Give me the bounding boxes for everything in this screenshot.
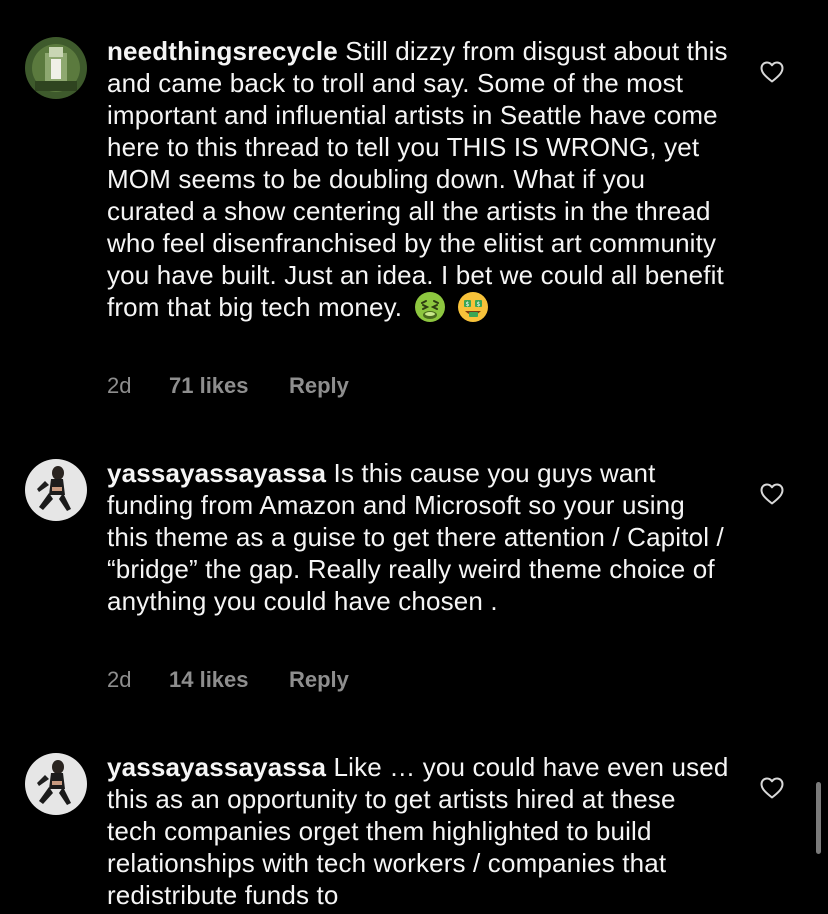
reply-button[interactable]: Reply [289, 373, 349, 399]
reply-button[interactable]: Reply [289, 667, 349, 693]
scrollbar[interactable] [816, 782, 821, 854]
comment-likes[interactable]: 14 likes [169, 667, 289, 693]
comment-meta: 2d 71 likes Reply [107, 373, 349, 399]
svg-text:$: $ [476, 301, 480, 308]
comment-text: needthingsrecycle Still dizzy from disgu… [107, 35, 732, 323]
like-heart-icon[interactable] [760, 61, 784, 83]
comment-meta: 2d 14 likes Reply [107, 667, 349, 693]
user-avatar[interactable] [25, 459, 87, 521]
comment-age: 2d [107, 667, 132, 692]
comment-text: yassayassayassa Like … you could have ev… [107, 751, 732, 911]
nauseated-face-icon [414, 292, 445, 322]
comment-likes[interactable]: 71 likes [169, 373, 289, 399]
comment-body: Still dizzy from disgust about this and … [107, 36, 728, 322]
like-heart-icon[interactable] [760, 777, 784, 799]
comment-text: yassayassayassa Is this cause you guys w… [107, 457, 732, 617]
comment-username[interactable]: yassayassayassa [107, 752, 326, 782]
comment-username[interactable]: yassayassayassa [107, 458, 326, 488]
user-avatar[interactable] [25, 37, 87, 99]
like-heart-icon[interactable] [760, 483, 784, 505]
svg-text:$: $ [465, 301, 469, 308]
money-mouth-face-icon: $ $ [457, 292, 488, 322]
user-avatar[interactable] [25, 753, 87, 815]
comment-age: 2d [107, 373, 132, 398]
comment-username[interactable]: needthingsrecycle [107, 36, 338, 66]
